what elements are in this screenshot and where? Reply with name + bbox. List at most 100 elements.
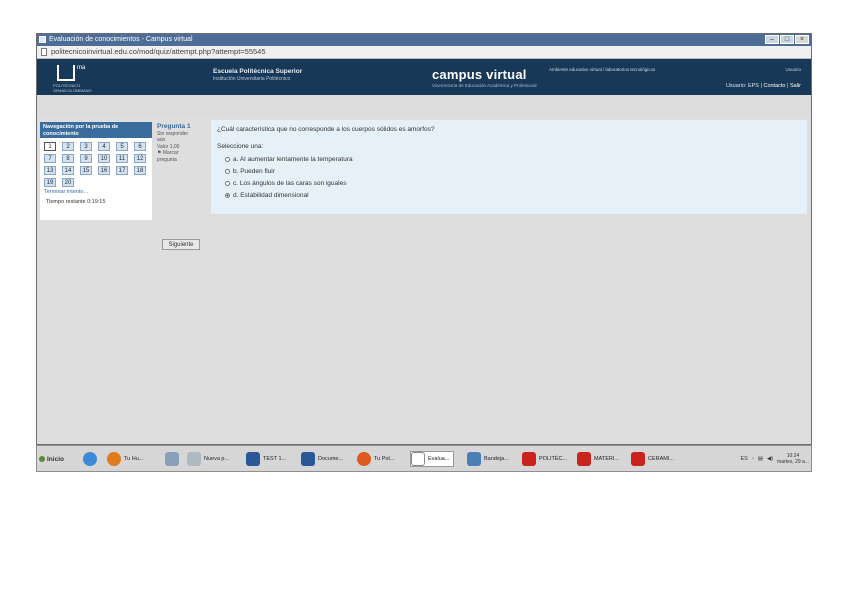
start-button[interactable]: Inicio bbox=[39, 453, 64, 465]
quiz-navigation-title: Navegación por la prueba de conocimiento bbox=[40, 122, 152, 138]
start-label: Inicio bbox=[47, 455, 64, 463]
taskbar-ie[interactable] bbox=[83, 451, 97, 467]
page-content: Navegación por la prueba de conocimiento… bbox=[37, 118, 811, 444]
taskbar-item-10[interactable]: MATERI... bbox=[577, 451, 619, 467]
taskbar-label: TEST 1... bbox=[263, 456, 287, 462]
school-subtitle: Institución Universitaria Politécnico bbox=[213, 76, 291, 82]
taskbar-item-7[interactable]: Evalua... bbox=[410, 451, 455, 467]
question-status: Sin responder aún bbox=[157, 130, 189, 144]
question-nav-13[interactable]: 13 bbox=[44, 166, 56, 175]
logout-link[interactable]: Salir bbox=[790, 83, 801, 89]
school-name: Escuela Politécnica Superior bbox=[213, 68, 303, 75]
question-nav-6[interactable]: 6 bbox=[134, 142, 146, 151]
word-icon bbox=[301, 452, 315, 466]
java-icon bbox=[467, 452, 481, 466]
radio-b[interactable] bbox=[225, 169, 230, 174]
internet-explorer-icon bbox=[83, 452, 97, 466]
address-bar[interactable]: politecnicoinvirtual.edu.co/mod/quiz/att… bbox=[37, 46, 811, 59]
taskbar-label: Tu Pol... bbox=[374, 456, 395, 462]
window-controls: – □ × bbox=[765, 35, 809, 44]
tool-icon bbox=[165, 452, 179, 466]
university-logo[interactable]: ma POLITÉCNICO GRANCOLOMBIANO bbox=[53, 65, 93, 93]
finish-attempt-link[interactable]: Terminar intento... bbox=[40, 187, 152, 197]
question-nav-2[interactable]: 2 bbox=[62, 142, 74, 151]
question-nav-11[interactable]: 11 bbox=[116, 154, 128, 163]
question-grid: 1 2 3 4 5 6 7 8 9 10 11 12 13 14 15 16 1… bbox=[40, 138, 152, 187]
taskbar-item-11[interactable]: CERAMI... bbox=[631, 451, 674, 467]
maximize-icon[interactable]: □ bbox=[780, 35, 794, 44]
question-nav-10[interactable]: 10 bbox=[98, 154, 110, 163]
taskbar-item-8[interactable]: Bandeja... bbox=[467, 451, 509, 467]
question-text: ¿Cuál característica que no corresponde … bbox=[217, 126, 435, 133]
campus-tagline: Ambiente educativo virtual / laboratorio… bbox=[549, 67, 656, 72]
option-d[interactable]: d. Estabilidad dimensional bbox=[225, 192, 309, 199]
question-nav-15[interactable]: 15 bbox=[80, 166, 92, 175]
question-nav-20[interactable]: 20 bbox=[62, 178, 74, 187]
question-info: Pregunta 1 Sin responder aún Valor 1,00 … bbox=[157, 123, 197, 163]
question-nav-5[interactable]: 5 bbox=[116, 142, 128, 151]
question-nav-16[interactable]: 16 bbox=[98, 166, 110, 175]
question-nav-3[interactable]: 3 bbox=[80, 142, 92, 151]
radio-a[interactable] bbox=[225, 157, 230, 162]
user-link[interactable]: Usuario: EPS bbox=[726, 83, 759, 89]
taskbar-item-5[interactable]: Docume... bbox=[301, 451, 343, 467]
question-nav-8[interactable]: 8 bbox=[62, 154, 74, 163]
window-titlebar: Evaluación de conocimientos - Campus vir… bbox=[37, 34, 811, 46]
question-nav-14[interactable]: 14 bbox=[62, 166, 74, 175]
question-nav-18[interactable]: 18 bbox=[134, 166, 146, 175]
browser-window: Evaluación de conocimientos - Campus vir… bbox=[36, 33, 812, 445]
taskbar-item-3[interactable]: Nueva p... bbox=[187, 451, 229, 467]
word-icon bbox=[246, 452, 260, 466]
question-nav-17[interactable]: 17 bbox=[116, 166, 128, 175]
network-icon[interactable]: ▤ bbox=[758, 456, 763, 462]
user-links: Usuario: EPS | Contacto | Salir bbox=[725, 83, 801, 89]
minimize-icon[interactable]: – bbox=[765, 35, 779, 44]
question-nav-1[interactable]: 1 bbox=[44, 142, 56, 151]
option-label: b. Pueden fluir bbox=[233, 168, 275, 175]
campus-subtitle: Vicerrectoría de Educación Académica y P… bbox=[432, 83, 537, 88]
taskbar-label: Bandeja... bbox=[484, 456, 509, 462]
flag-question[interactable]: ⚑ Marcar pregunta bbox=[157, 150, 197, 163]
taskbar-label: Evalua... bbox=[428, 456, 450, 462]
question-nav-19[interactable]: 19 bbox=[44, 178, 56, 187]
logo-sup: ma bbox=[77, 65, 86, 71]
next-button[interactable]: Siguiente bbox=[162, 239, 200, 250]
browser-icon bbox=[357, 452, 371, 466]
user-label: Usuario bbox=[785, 67, 801, 72]
option-c[interactable]: c. Los ángulos de las caras son iguales bbox=[225, 180, 346, 187]
windows-icon bbox=[39, 456, 45, 462]
option-label: c. Los ángulos de las caras son iguales bbox=[233, 180, 347, 187]
option-b[interactable]: b. Pueden fluir bbox=[225, 168, 275, 175]
system-tray: ES ◦ ▤ ◀) 10:24 martes, 29 a... bbox=[740, 451, 809, 467]
taskbar-item-1[interactable]: Tu Hu... bbox=[107, 451, 143, 467]
volume-icon[interactable]: ◀) bbox=[767, 456, 773, 462]
radio-c[interactable] bbox=[225, 181, 230, 186]
url-text[interactable]: politecnicoinvirtual.edu.co/mod/quiz/att… bbox=[51, 47, 266, 56]
option-a[interactable]: a. Al aumentar lentamente la temperatura bbox=[225, 156, 353, 163]
taskbar-item-9[interactable]: POLITÉC... bbox=[522, 451, 567, 467]
tray-icon[interactable]: ◦ bbox=[752, 456, 754, 462]
flag-icon: ⚑ bbox=[157, 150, 162, 156]
browser-icon bbox=[39, 36, 46, 43]
taskbar-item-2[interactable] bbox=[165, 451, 179, 467]
taskbar-item-6[interactable]: Tu Pol... bbox=[357, 451, 394, 467]
option-label: a. Al aumentar lentamente la temperatura bbox=[233, 156, 353, 163]
page-icon bbox=[41, 48, 47, 56]
close-icon[interactable]: × bbox=[795, 35, 809, 44]
taskbar-label: MATERI... bbox=[594, 456, 619, 462]
language-icon[interactable]: ES bbox=[740, 456, 747, 462]
question-nav-7[interactable]: 7 bbox=[44, 154, 56, 163]
flag-label: Marcar pregunta bbox=[157, 150, 179, 163]
taskbar-item-4[interactable]: TEST 1... bbox=[246, 451, 286, 467]
radio-d[interactable] bbox=[225, 193, 230, 198]
document-icon bbox=[411, 452, 425, 466]
contact-link[interactable]: Contacto bbox=[763, 83, 785, 89]
taskbar-label: Tu Hu... bbox=[124, 456, 144, 462]
question-nav-9[interactable]: 9 bbox=[80, 154, 92, 163]
pdf-icon bbox=[631, 452, 645, 466]
question-nav-12[interactable]: 12 bbox=[134, 154, 146, 163]
window-title: Evaluación de conocimientos - Campus vir… bbox=[49, 36, 193, 43]
pdf-icon bbox=[577, 452, 591, 466]
system-clock[interactable]: 10:24 martes, 29 a... bbox=[777, 453, 809, 465]
question-nav-4[interactable]: 4 bbox=[98, 142, 110, 151]
